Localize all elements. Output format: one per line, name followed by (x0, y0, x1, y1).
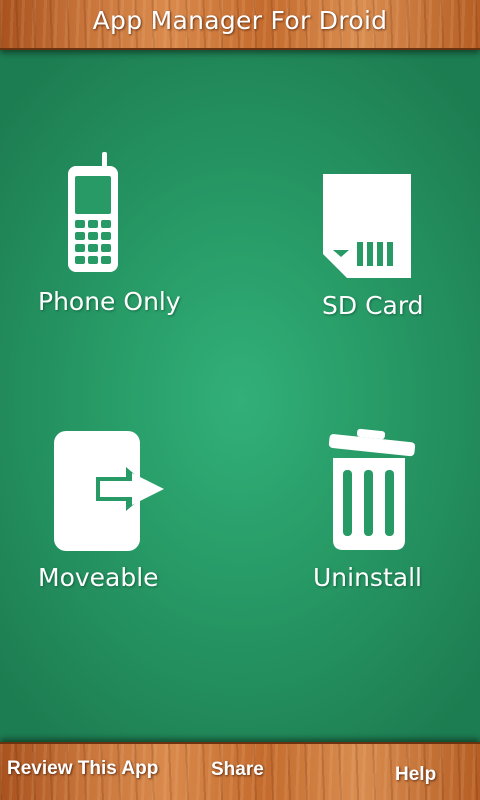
share-button[interactable]: Share (211, 759, 264, 781)
moveable-button[interactable]: Moveable (30, 425, 190, 600)
phone-only-label: Phone Only (38, 287, 181, 316)
app-title: App Manager For Droid (92, 6, 388, 35)
review-app-button[interactable]: Review This App (7, 758, 158, 780)
title-bar: App Manager For Droid (0, 0, 480, 50)
uninstall-label: Uninstall (313, 563, 422, 592)
bottom-bar: Review This App Share Help (0, 742, 480, 800)
sd-card-button[interactable]: SD Card (300, 165, 440, 330)
uninstall-button[interactable]: Uninstall (300, 425, 440, 600)
sd-card-label: SD Card (322, 291, 424, 320)
mobile-phone-icon (68, 152, 118, 272)
app-screen: App Manager For Droid Phone Only SD Card… (0, 0, 480, 800)
sd-card-icon (323, 174, 411, 278)
move-arrow-icon (54, 431, 164, 551)
trash-can-icon (328, 428, 416, 550)
moveable-label: Moveable (38, 563, 159, 592)
phone-only-button[interactable]: Phone Only (30, 150, 200, 325)
help-button[interactable]: Help (395, 764, 436, 786)
